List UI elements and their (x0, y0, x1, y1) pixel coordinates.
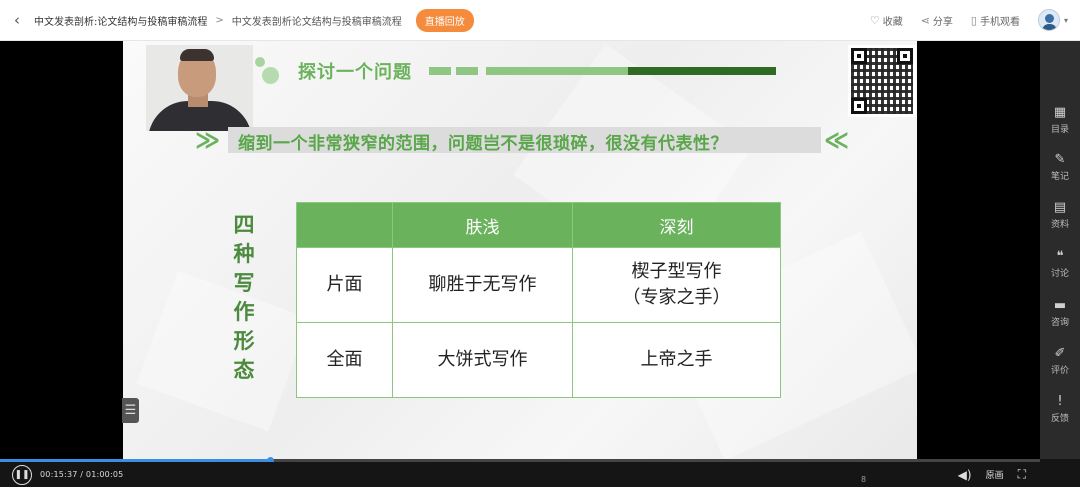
chevron-right-decoration: ≫ (195, 126, 221, 154)
video-course-player: ‹ 中文发表剖析:论文结构与投稿审稿流程 > 中文发表剖析论文结构与投稿审稿流程… (0, 0, 1080, 487)
heading-bar-segment (456, 67, 478, 75)
sidebar-item-label: 咨询 (1050, 318, 1069, 328)
slide-heading: 探讨一个问题 (298, 62, 412, 83)
vertical-title-char: 四 (233, 213, 255, 237)
top-bar: ‹ 中文发表剖析:论文结构与投稿审稿流程 > 中文发表剖析论文结构与投稿审稿流程… (0, 0, 1080, 41)
edit-icon: ✐ (1054, 346, 1066, 361)
cell-deep-line1: 上帝之手 (640, 349, 713, 370)
favorite-label: 收藏 (882, 16, 903, 28)
mobile-watch-label: 手机观看 (979, 16, 1020, 28)
decorative-dot (255, 57, 265, 67)
chevron-left-decoration: ≪ (824, 126, 850, 154)
fullscreen-icon[interactable]: ⛶ (1018, 467, 1026, 482)
player-controls: ❚❚ 00:15:37 / 01:00:05 ◀) 原画 ⛶ (0, 462, 1040, 487)
avatar[interactable] (1037, 9, 1060, 31)
cell-deep-line1: 楔子型写作 (631, 261, 722, 282)
cell-deep: 楔子型写作 （专家之手） (572, 247, 781, 323)
table-row: 片面 聊胜于无写作 楔子型写作 （专家之手） (296, 247, 781, 323)
sidebar-item-label: 反馈 (1050, 414, 1069, 424)
time-display: 00:15:37 / 01:00:05 (40, 470, 124, 479)
vertical-title-char: 作 (233, 300, 255, 324)
vertical-title-char: 形 (233, 329, 255, 353)
sidebar-item-label: 讨论 (1050, 269, 1069, 279)
heading-bar-segment (486, 67, 628, 75)
player-controls-right: ◀) 原画 ⛶ (958, 467, 1040, 482)
sidebar-item-label: 资料 (1050, 220, 1069, 230)
share-label: 分享 (932, 16, 953, 28)
qr-code (848, 45, 916, 117)
chevron-down-icon[interactable]: ▾ (1064, 16, 1068, 25)
vertical-title-char: 态 (233, 358, 255, 382)
volume-icon[interactable]: ◀) (958, 468, 972, 482)
sidebar-item-consult[interactable]: ▬ 咨询 (1040, 298, 1080, 329)
presenter-video (146, 45, 253, 131)
note-icon: ✎ (1054, 152, 1066, 167)
folder-icon: ▤ (1053, 200, 1067, 215)
vertical-title-char: 写 (233, 271, 255, 295)
share-button[interactable]: ⋖ 分享 (921, 13, 953, 28)
sidebar-item-feedback[interactable]: ! 反馈 (1040, 394, 1080, 425)
sidebar-bottom (1040, 459, 1080, 487)
top-actions: ♡ 收藏 ⋖ 分享 ▯ 手机观看 ▾ (870, 9, 1080, 31)
question-text: 缩到一个非常狭窄的范围，问题岂不是很琐碎，很没有代表性？ (238, 134, 728, 154)
question-icon: ▬ (1053, 298, 1067, 313)
grid-icon: ▦ (1053, 105, 1067, 120)
right-sidebar: ▦ 目录 ✎ 笔记 ▤ 资料 ❝ 讨论 ▬ 咨询 ✐ 评价 ! 反馈 (1040, 41, 1080, 459)
list-icon[interactable]: ☰ (122, 398, 139, 423)
decorative-dot (262, 67, 279, 84)
sidebar-item-catalog[interactable]: ▦ 目录 (1040, 105, 1080, 136)
sidebar-item-label: 笔记 (1050, 172, 1069, 182)
row-label: 片面 (296, 247, 393, 323)
presentation-slide: 探讨一个问题 ≫ 缩到一个非常狭窄的范围，问题岂不是很琐碎，很没有代表性？ ≪ … (123, 41, 917, 459)
breadcrumb-separator: > (215, 14, 224, 26)
chat-icon: ❝ (1056, 249, 1064, 264)
qr-finder (851, 98, 867, 114)
favorite-button[interactable]: ♡ 收藏 (870, 13, 903, 28)
qr-finder (897, 48, 913, 64)
cell-deep: 上帝之手 (572, 322, 781, 398)
chevron-left-icon[interactable]: ‹ (0, 11, 34, 29)
row-label: 全面 (296, 322, 393, 398)
video-stage[interactable]: 探讨一个问题 ≫ 缩到一个非常狭窄的范围，问题岂不是很琐碎，很没有代表性？ ≪ … (0, 41, 1040, 459)
presenter-hair (180, 49, 214, 61)
table-header-deep: 深刻 (572, 202, 781, 248)
heart-icon: ♡ (869, 13, 880, 27)
heading-bar-segment (429, 67, 451, 75)
qr-finder (851, 48, 867, 64)
feedback-icon: ! (1057, 394, 1063, 409)
sidebar-item-label: 目录 (1050, 125, 1069, 135)
phone-icon: ▯ (970, 13, 977, 27)
slide-page-number: 8 (861, 475, 867, 484)
table-header-shallow: 肤浅 (392, 202, 573, 248)
cell-deep-line2: （专家之手） (622, 287, 731, 308)
quality-selector[interactable]: 原画 (986, 468, 1004, 481)
live-replay-badge: 直播回放 (415, 8, 474, 32)
sidebar-item-materials[interactable]: ▤ 资料 (1040, 200, 1080, 231)
table-header-empty (296, 202, 393, 248)
cell-shallow: 大饼式写作 (392, 322, 573, 398)
sidebar-item-notes[interactable]: ✎ 笔记 (1040, 152, 1080, 183)
sidebar-item-label: 评价 (1050, 366, 1069, 376)
cell-shallow: 聊胜于无写作 (392, 247, 573, 323)
share-icon: ⋖ (920, 13, 930, 27)
table-header-row: 肤浅 深刻 (296, 202, 781, 248)
background-facet (136, 270, 310, 432)
vertical-title: 四 种 写 作 形 态 (231, 213, 257, 383)
vertical-title-char: 种 (233, 242, 255, 266)
heading-bar-segment (628, 67, 776, 75)
breadcrumb-lesson: 中文发表剖析论文结构与投稿审稿流程 (231, 16, 402, 28)
mobile-watch-button[interactable]: ▯ 手机观看 (971, 13, 1020, 28)
table-row: 全面 大饼式写作 上帝之手 (296, 322, 781, 398)
sidebar-item-review[interactable]: ✐ 评价 (1040, 346, 1080, 377)
breadcrumb-course[interactable]: 中文发表剖析:论文结构与投稿审稿流程 (34, 13, 207, 28)
pause-icon[interactable]: ❚❚ (12, 464, 32, 485)
question-banner: 缩到一个非常狭窄的范围，问题岂不是很琐碎，很没有代表性？ (228, 127, 821, 154)
sidebar-item-discussion[interactable]: ❝ 讨论 (1040, 249, 1080, 280)
writing-forms-table: 肤浅 深刻 片面 聊胜于无写作 楔子型写作 （专家之手） 全面 大饼式写作 上帝… (296, 202, 781, 398)
